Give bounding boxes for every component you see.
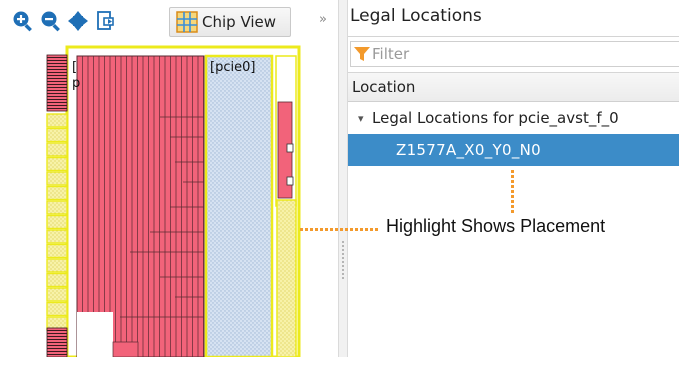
splitter-grip-icon bbox=[342, 240, 344, 280]
io-cell bbox=[46, 258, 68, 273]
chip-planner-toolbar: Chip View » bbox=[0, 0, 338, 42]
chip-planner-pane: Chip View » [pcie0] [p bbox=[0, 0, 338, 359]
left-io-column bbox=[46, 113, 68, 331]
io-bank-bottom bbox=[46, 327, 68, 358]
panel-title: Legal Locations bbox=[350, 6, 482, 26]
io-cell bbox=[46, 156, 68, 172]
chip-label-p: p bbox=[72, 76, 80, 91]
zoom-in-icon bbox=[13, 11, 32, 32]
io-cell bbox=[46, 243, 68, 259]
tree-item-label: Z1577A_X0_Y0_N0 bbox=[396, 141, 542, 159]
callout-line-vertical bbox=[511, 170, 514, 213]
logic-array bbox=[76, 55, 205, 358]
chip-floorplan-drawing: [pcie0] [ p bbox=[46, 45, 301, 359]
chip-view-label: Chip View bbox=[202, 13, 277, 31]
zoom-out-icon bbox=[41, 11, 60, 32]
title-divider bbox=[348, 36, 679, 37]
io-cell bbox=[46, 185, 68, 201]
filter-funnel-icon bbox=[354, 46, 370, 61]
io-cell bbox=[46, 142, 68, 157]
io-bank-top bbox=[46, 54, 68, 112]
column-header-label: Location bbox=[352, 78, 416, 96]
logic-cell bbox=[112, 341, 139, 358]
zoom-in-button[interactable] bbox=[12, 9, 34, 33]
callout-text: Highlight Shows Placement bbox=[386, 216, 606, 236]
fit-to-view-button[interactable] bbox=[95, 9, 117, 33]
pan-icon bbox=[68, 11, 88, 31]
empty-region bbox=[77, 312, 113, 357]
io-cell bbox=[46, 287, 68, 302]
pcie-block-highlight bbox=[204, 54, 274, 359]
filter-input[interactable]: Filter bbox=[350, 41, 679, 67]
filter-placeholder: Filter bbox=[372, 45, 410, 63]
collapse-panel-button[interactable]: » bbox=[319, 12, 327, 27]
io-cell bbox=[46, 171, 68, 186]
zoom-out-button[interactable] bbox=[40, 9, 62, 33]
tree-item-legal-locations[interactable]: ▾ Legal Locations for pcie_avst_f_0 bbox=[348, 104, 679, 132]
pane-splitter[interactable] bbox=[338, 0, 348, 357]
callout-line-horizontal bbox=[300, 228, 378, 231]
right-cell-a bbox=[286, 143, 294, 153]
bottom-margin bbox=[0, 357, 679, 375]
expand-arrow-icon[interactable]: ▾ bbox=[358, 112, 372, 125]
chip-grid-icon bbox=[176, 11, 198, 33]
chip-view-button[interactable]: Chip View bbox=[169, 7, 291, 37]
io-cell bbox=[46, 229, 68, 244]
logic-region-fill bbox=[76, 55, 205, 358]
right-io-column bbox=[276, 199, 297, 358]
tree-item-selected-location[interactable]: Z1577A_X0_Y0_N0 bbox=[348, 134, 679, 166]
column-header-location[interactable]: Location bbox=[348, 72, 679, 102]
io-cell bbox=[46, 113, 68, 128]
chip-label-bracket: [ bbox=[72, 60, 77, 75]
fit-to-view-icon bbox=[97, 11, 114, 30]
tree-item-label: Legal Locations for pcie_avst_f_0 bbox=[372, 109, 619, 127]
right-cell-b bbox=[286, 176, 294, 186]
io-cell bbox=[46, 214, 68, 230]
pan-button[interactable] bbox=[67, 9, 89, 33]
chip-floorplan[interactable]: [pcie0] [ p bbox=[0, 42, 338, 359]
io-cell bbox=[46, 127, 68, 143]
io-cell bbox=[46, 272, 68, 288]
pcie-label: [pcie0] bbox=[210, 60, 255, 75]
io-cell bbox=[46, 301, 68, 317]
io-cell bbox=[46, 200, 68, 215]
